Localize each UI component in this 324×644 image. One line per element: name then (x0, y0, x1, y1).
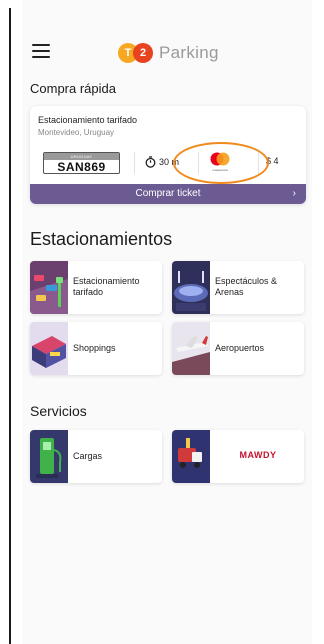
mawdy-icon (172, 430, 210, 483)
parking-tile-label: Espectáculos & Arenas (215, 276, 278, 297)
buy-ticket-label: Comprar ticket (135, 188, 201, 199)
parking-tile-street[interactable]: Estacionamiento tarifado (30, 261, 162, 314)
app-screen: T 2 Parking Compra rápida Estacionamient… (22, 0, 312, 644)
app-header: T 2 Parking (22, 36, 312, 70)
airport-icon (172, 322, 210, 375)
parking-tile-label: Aeropuertos (215, 343, 265, 353)
parking-meter-icon (30, 261, 68, 314)
license-plate[interactable]: URUGUAY SAN869 (43, 152, 120, 174)
payment-highlight-annotation (173, 142, 269, 184)
divider (134, 152, 135, 174)
parking-tile-airports[interactable]: Aeropuertos (172, 322, 304, 375)
plate-number: SAN869 (57, 160, 106, 174)
parking-tile-label: Shoppings (73, 343, 116, 353)
service-tile-cargas[interactable]: Cargas (30, 430, 162, 483)
buy-ticket-button[interactable]: Comprar ticket › (30, 184, 306, 204)
charging-icon (30, 430, 68, 483)
window-edge (9, 8, 11, 644)
parkings-title: Estacionamientos (30, 229, 173, 249)
app-logo: T 2 Parking (118, 42, 219, 64)
parking-tile-label: Estacionamiento tarifado (73, 276, 140, 297)
stopwatch-icon (145, 156, 156, 168)
chevron-right-icon: › (292, 188, 296, 199)
plate-country: URUGUAY (44, 153, 119, 160)
services-title: Servicios (30, 403, 87, 419)
quick-buy-title: Compra rápida (30, 81, 116, 96)
shopping-icon (30, 322, 68, 375)
logo-circle-2: 2 (133, 43, 153, 63)
service-tile-mawdy[interactable]: MAWDY (172, 430, 304, 483)
arena-icon (172, 261, 210, 314)
service-tile-label: Cargas (73, 451, 103, 461)
quick-buy-card-title: Estacionamiento tarifado (38, 115, 138, 125)
parking-tile-shoppings[interactable]: Shoppings (30, 322, 162, 375)
parking-tile-arenas[interactable]: Espectáculos & Arenas (172, 261, 304, 314)
quick-buy-card[interactable]: Estacionamiento tarifado Montevideo, Uru… (30, 106, 306, 204)
quick-buy-card-location: Montevideo, Uruguay (38, 128, 115, 137)
mawdy-logo-text: MAWDY (239, 450, 277, 460)
logo-text: Parking (159, 43, 219, 62)
menu-icon[interactable] (32, 44, 50, 58)
